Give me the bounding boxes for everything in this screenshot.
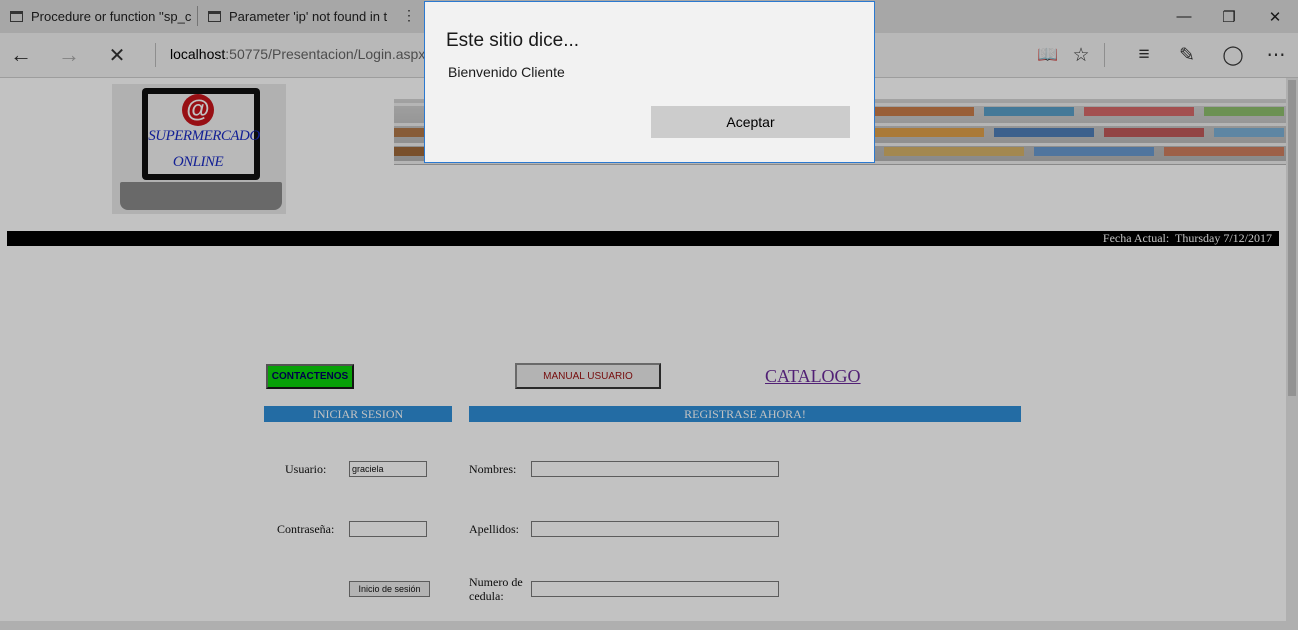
dialog-message: Bienvenido Cliente [448,64,565,80]
dialog-accept-button[interactable]: Aceptar [651,106,850,138]
dialog-title: Este sitio dice... [446,30,580,51]
alert-dialog [424,1,875,163]
